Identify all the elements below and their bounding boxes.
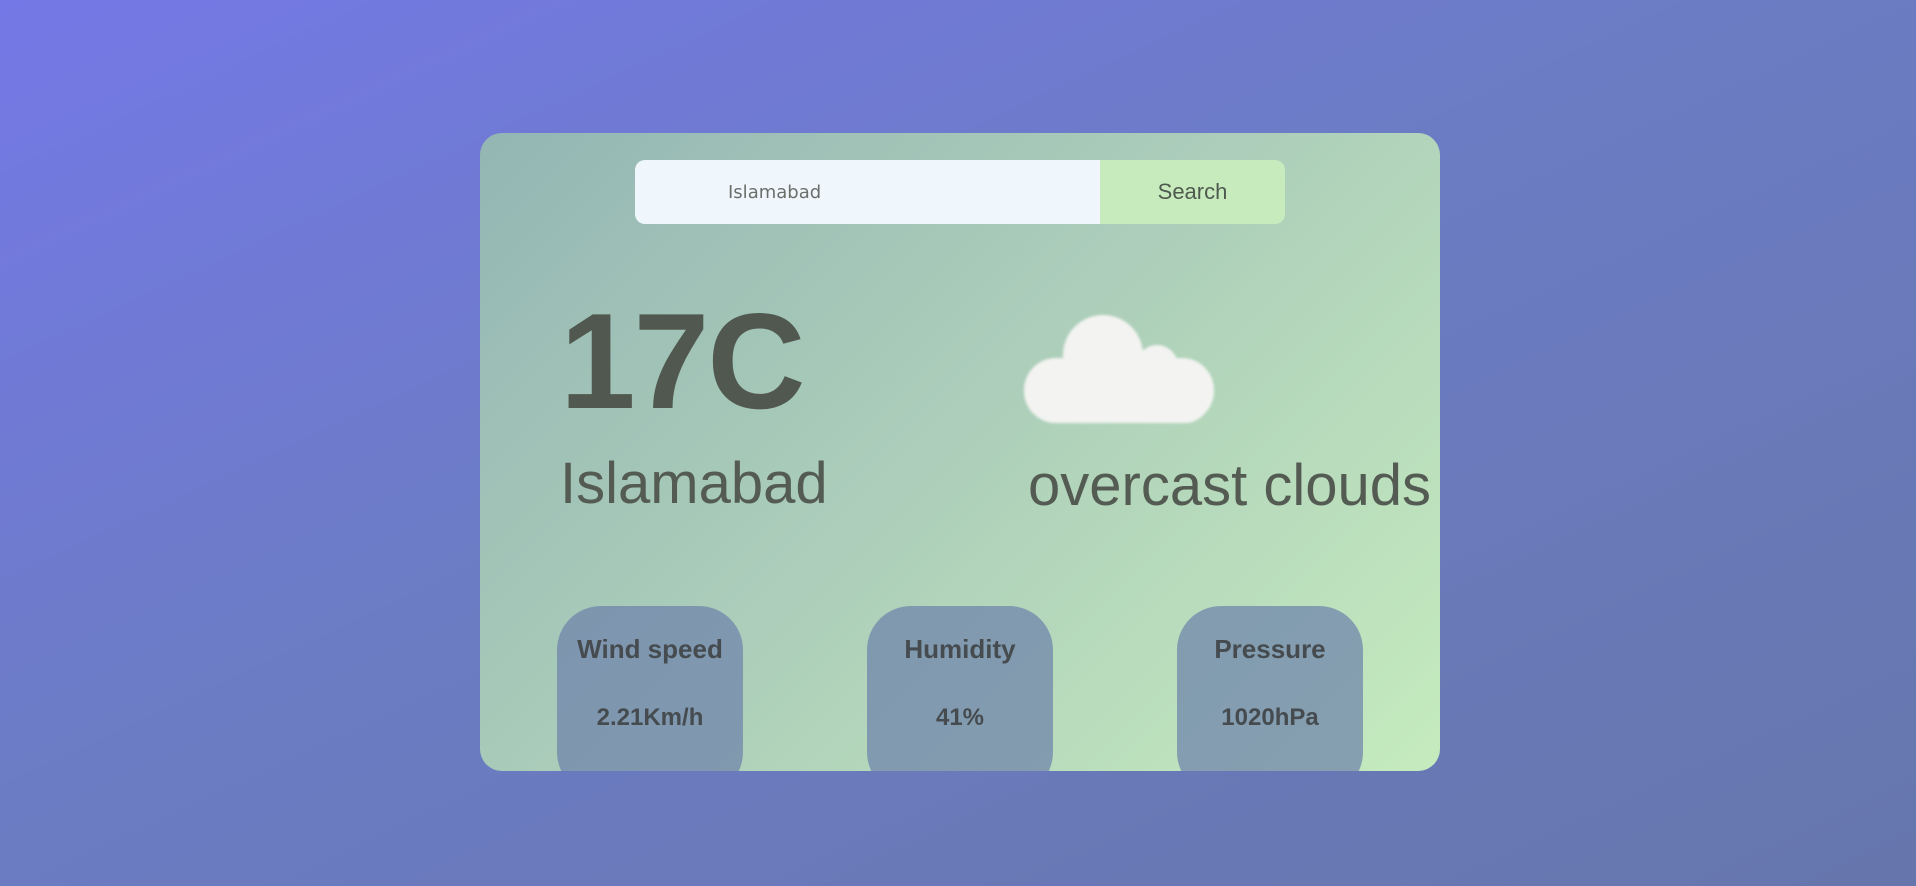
search-input[interactable] — [635, 160, 1100, 224]
stat-card-wind-speed: Wind speed 2.21Km/h — [557, 606, 743, 771]
stat-label: Humidity — [904, 634, 1016, 664]
cloud-icon — [1024, 315, 1214, 423]
stat-value: 1020hPa — [1221, 704, 1319, 731]
stat-card-humidity: Humidity 41% — [867, 606, 1053, 771]
stat-label: Pressure — [1214, 634, 1326, 664]
stat-label: Wind speed — [577, 634, 723, 664]
search-button[interactable]: Search — [1100, 160, 1285, 224]
stat-value: 41% — [935, 704, 985, 731]
city-name: Islamabad — [560, 451, 828, 516]
temperature: 17C — [560, 285, 805, 437]
stat-card-pressure: Pressure 1020hPa — [1177, 606, 1363, 771]
weather-card: Search 17C Islamabad overcast clouds Win… — [480, 133, 1440, 771]
search-bar: Search — [635, 160, 1285, 224]
weather-description: overcast clouds — [1028, 453, 1431, 518]
stat-value: 2.21Km/h — [596, 704, 704, 731]
